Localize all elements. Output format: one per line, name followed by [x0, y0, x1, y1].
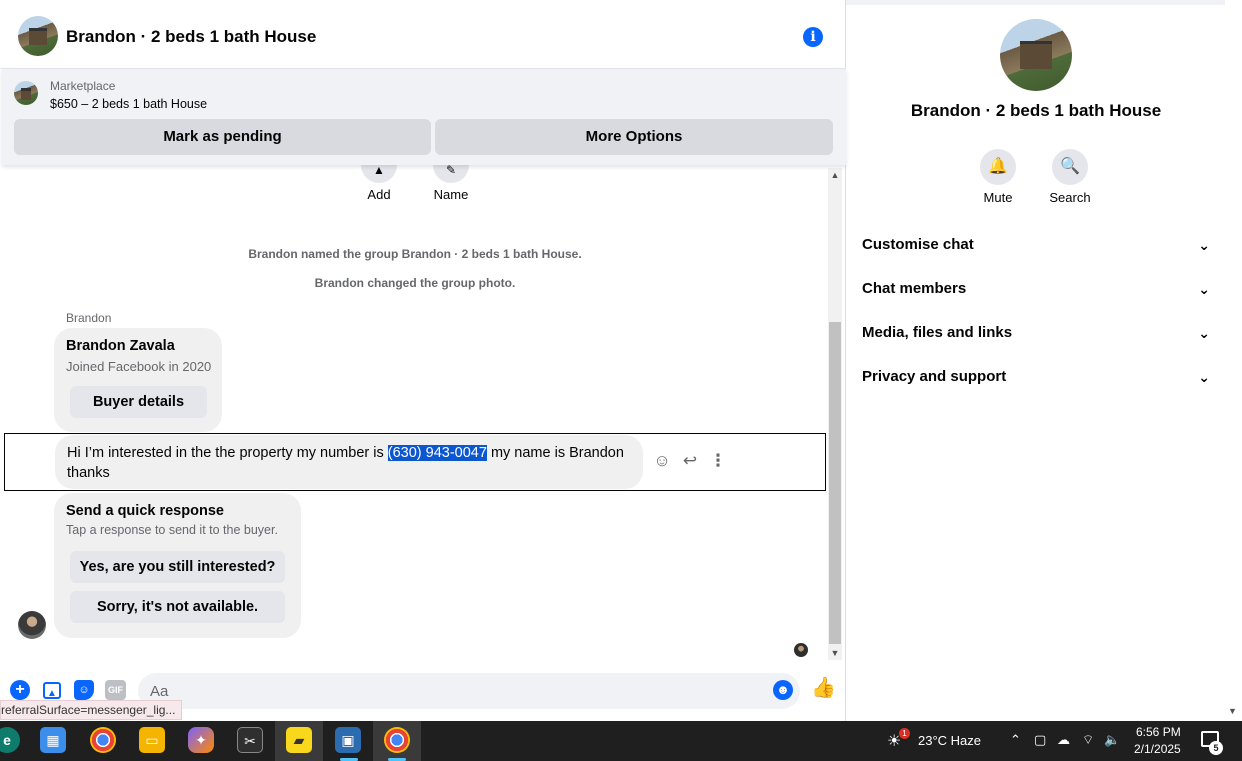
search-label: Search [1049, 190, 1091, 205]
onedrive-cloud-icon[interactable]: ☁ [1057, 732, 1070, 748]
chrome-profile-icon[interactable] [384, 727, 410, 753]
pencil-icon: ✎ [445, 165, 457, 177]
page-scrollbar[interactable] [1225, 0, 1242, 721]
buyer-profile-card: Brandon Zavala Joined Facebook in 2020 B… [54, 328, 222, 432]
chat-info-panel: Brandon · 2 beds 1 bath House 🔔 🔍 Mute S… [847, 5, 1225, 721]
more-options-button[interactable]: More Options [435, 119, 833, 155]
message-row[interactable]: Hi I’m interested in the the property my… [4, 433, 826, 491]
section-label: Privacy and support [862, 368, 1007, 385]
message-scrollbar[interactable]: ▲ ▼ [828, 168, 842, 660]
remote-desktop-icon[interactable]: ▣ [335, 727, 361, 753]
mute-button[interactable]: 🔔 [980, 149, 1016, 185]
clock-date[interactable]: 2/1/2025 [1134, 742, 1181, 756]
buyer-joined-date: Joined Facebook in 2020 [66, 359, 212, 374]
chat-title[interactable]: Brandon · 2 beds 1 bath House [66, 27, 316, 47]
wifi-icon[interactable]: ⌔ [1082, 732, 1094, 748]
search-icon: 🔍 [1060, 158, 1080, 175]
add-people-button[interactable]: ▲ [361, 165, 397, 183]
image-icon[interactable]: ▲ [43, 682, 61, 699]
scroll-down-arrow-icon[interactable]: ▼ [828, 646, 842, 660]
message-input[interactable] [138, 673, 800, 709]
search-button[interactable]: 🔍 [1052, 149, 1088, 185]
chevron-down-icon: ⌄ [1198, 237, 1210, 253]
section-label: Chat members [862, 280, 967, 297]
quick-response-subtitle: Tap a response to send it to the buyer. [66, 523, 278, 537]
panel-title: Brandon · 2 beds 1 bath House [910, 101, 1162, 120]
quick-response-card: Send a quick response Tap a response to … [54, 493, 301, 638]
listing-thumbnail[interactable] [14, 81, 38, 105]
name-group-button[interactable]: ✎ [433, 165, 469, 183]
info-icon[interactable]: i [803, 27, 823, 47]
message-bubble[interactable]: Hi I’m interested in the the property my… [55, 435, 643, 489]
panel-group-photo[interactable] [1000, 19, 1072, 91]
reply-icon[interactable]: ↩ [679, 450, 701, 472]
system-message: Brandon named the group Brandon · 2 beds… [248, 247, 582, 261]
mark-as-pending-button[interactable]: Mark as pending [14, 119, 431, 155]
add-label: Add [367, 187, 391, 202]
quick-response-not-available[interactable]: Sorry, it's not available. [70, 591, 285, 623]
weather-text[interactable]: 23°C Haze [918, 733, 981, 748]
seen-receipt-avatar [794, 643, 808, 657]
emoji-icon[interactable]: ☻ [773, 680, 793, 700]
file-explorer-icon[interactable]: ▭ [139, 727, 165, 753]
section-privacy-support[interactable]: Privacy and support ⌄ [862, 359, 1210, 395]
show-hidden-icons-chevron-icon[interactable]: ⌃ [1010, 732, 1021, 748]
chevron-down-icon: ⌄ [1198, 325, 1210, 341]
sticky-notes-icon[interactable]: ▰ [286, 727, 312, 753]
store-icon[interactable]: ▦ [40, 727, 66, 753]
plus-icon[interactable]: + [10, 680, 30, 700]
react-emoji-icon[interactable]: ☺ [651, 450, 673, 472]
windows-taskbar: e ▦ ▭ ✦ ✂ ▰ ▣ ☀ 1 23°C Haze ⌃ ▢ ☁ ⌔ 🔈 6:… [0, 721, 1242, 761]
gif-icon[interactable]: GIF [105, 680, 126, 700]
group-photo[interactable] [18, 16, 58, 56]
sticker-icon[interactable]: ☺ [74, 680, 94, 700]
name-label: Name [433, 187, 469, 202]
listing-title[interactable]: $650 – 2 beds 1 bath House [50, 97, 207, 111]
volume-icon[interactable]: 🔈 [1104, 732, 1120, 748]
weather-alert-badge: 1 [899, 728, 910, 739]
snipping-tool-icon[interactable]: ✂ [237, 727, 263, 753]
section-chat-members[interactable]: Chat members ⌄ [862, 271, 1210, 307]
scroll-up-arrow-icon[interactable]: ▲ [828, 168, 842, 182]
buyer-details-button[interactable]: Buyer details [70, 386, 207, 418]
app-window: Brandon · 2 beds 1 bath House i Marketpl… [0, 0, 1242, 761]
section-media-files-links[interactable]: Media, files and links ⌄ [862, 315, 1210, 351]
chat-header: Brandon · 2 beds 1 bath House i [0, 5, 846, 69]
more-vertical-icon[interactable]: ⋮ [707, 450, 729, 472]
buyer-avatar[interactable] [18, 611, 46, 639]
section-customise-chat[interactable]: Customise chat ⌄ [862, 227, 1210, 263]
system-message: Brandon changed the group photo. [314, 276, 516, 290]
thumbs-up-icon[interactable]: 👍 [811, 678, 836, 698]
link-status-tooltip: referralSurface=messenger_lig... [0, 700, 183, 720]
copilot-icon[interactable]: ✦ [188, 727, 214, 753]
mute-label: Mute [983, 190, 1013, 205]
quick-response-title: Send a quick response [66, 503, 224, 519]
chevron-down-icon: ⌄ [1198, 281, 1210, 297]
marketplace-bar: Marketplace $650 – 2 beds 1 bath House M… [2, 69, 846, 165]
sender-name: Brandon [66, 311, 112, 325]
section-label: Customise chat [862, 236, 974, 253]
message-text: Hi I’m interested in the the property my… [67, 445, 388, 461]
bell-icon: 🔔 [988, 158, 1008, 175]
section-label: Media, files and links [862, 324, 1013, 341]
chat-panel: Brandon · 2 beds 1 bath House i Marketpl… [0, 0, 846, 721]
notification-count-badge: 5 [1209, 741, 1223, 755]
clock-time[interactable]: 6:56 PM [1136, 725, 1181, 739]
selected-phone-number[interactable]: (630) 943-0047 [387, 445, 487, 461]
meet-now-icon[interactable]: ▢ [1034, 732, 1046, 748]
edge-icon[interactable]: e [0, 727, 20, 753]
chevron-down-icon: ⌄ [1198, 369, 1210, 385]
chrome-icon[interactable] [90, 727, 116, 753]
message-list: ▲ ✎ Add Name Brandon named the group Bra… [2, 165, 828, 660]
marketplace-label: Marketplace [50, 79, 116, 93]
page-scroll-down-icon[interactable]: ▼ [1228, 706, 1237, 716]
person-add-icon: ▲ [373, 165, 385, 177]
buyer-name: Brandon Zavala [66, 338, 175, 354]
quick-response-still-interested[interactable]: Yes, are you still interested? [70, 551, 285, 583]
scrollbar-thumb[interactable] [829, 322, 841, 644]
